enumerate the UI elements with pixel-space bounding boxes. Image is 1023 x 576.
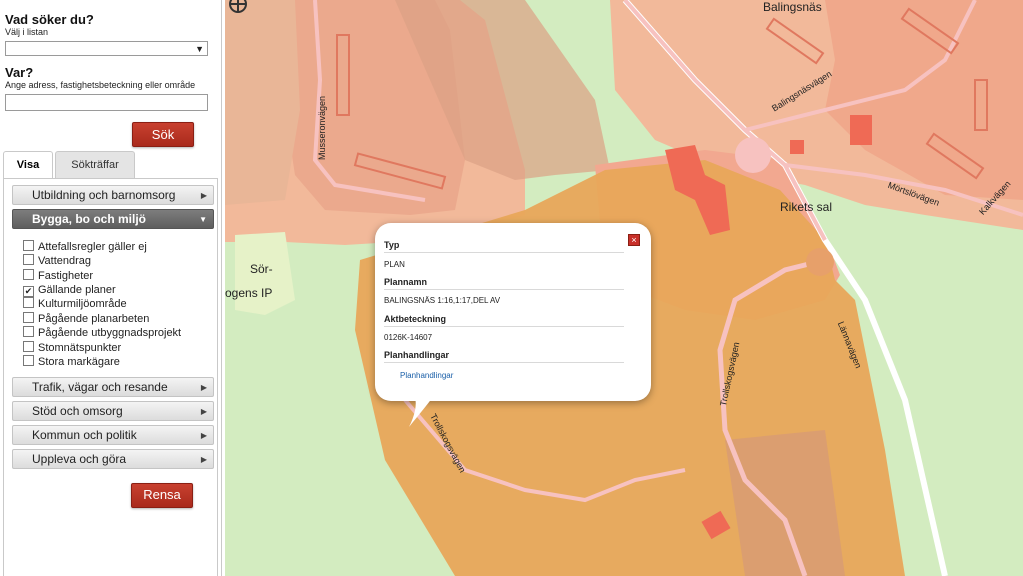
roundabout-2 [806,248,834,276]
tab-bar: Visa Sökträffar [3,151,218,179]
building [790,140,804,154]
category-utbildning[interactable]: Utbildning och barnomsorg ▶ [12,185,214,205]
layer-stomnatspunkter[interactable]: Stomnätspunkter [23,341,121,355]
layer-vattendrag[interactable]: Vattendrag [23,254,91,268]
layer-pagaende-planarbeten[interactable]: Pågående planarbeten [23,312,149,326]
category-label: Uppleva och göra [32,452,127,466]
residential-block-se [725,430,845,576]
layer-label: Stomnätspunkter [38,342,122,354]
place-label: Balingsnäs [763,0,822,14]
planhandlingar-label: Planhandlingar [384,350,624,363]
typ-label: Typ [384,240,624,253]
tab-panel-visa: Utbildning och barnomsorg ▶ Bygga, bo oc… [3,178,218,576]
triangle-down-icon: ▼ [199,215,207,224]
search-button[interactable]: Sök [132,122,194,147]
checkbox[interactable] [23,312,34,323]
checkbox[interactable] [23,240,34,251]
category-label: Bygga, bo och miljö [32,212,147,226]
plannamn-label: Plannamn [384,277,624,290]
checkbox[interactable] [23,326,34,337]
place-label: Rikets sal [780,200,833,214]
checkbox[interactable] [23,269,34,280]
sidebar: Vad söker du? Välj i listan ▼ Var? Ange … [0,0,222,576]
aktbeteckning-label: Aktbeteckning [384,314,624,327]
tab-soktraffar[interactable]: Sökträffar [55,151,135,178]
layer-gallande-planer[interactable]: ✔ Gällande planer [23,283,116,297]
checkbox[interactable] [23,355,34,366]
checkbox[interactable] [23,254,34,265]
typ-value: PLAN [384,260,405,269]
crosshair-icon[interactable] [225,0,255,22]
triangle-right-icon: ▶ [200,407,207,416]
where-hint: Ange adress, fastighetsbeteckning eller … [5,80,196,90]
where-title: Var? [5,65,34,80]
category-uppleva[interactable]: Uppleva och göra ▶ [12,449,214,469]
checkbox[interactable] [23,341,34,352]
layer-label: Stora markägare [38,356,120,368]
roundabout [735,137,771,173]
layer-label: Vattendrag [38,255,92,267]
category-trafik[interactable]: Trafik, vägar och resande ▶ [12,377,214,397]
popup-pointer [409,397,433,427]
what-title: Vad söker du? [5,12,94,27]
checkbox-checked[interactable]: ✔ [23,286,34,297]
layer-fastigheter[interactable]: Fastigheter [23,269,93,283]
category-label: Trafik, vägar och resande [32,380,168,394]
feature-info-popup: × Typ PLAN Plannamn BALINGSNÄS 1:16,1:17… [375,223,651,401]
close-icon[interactable]: × [628,234,640,246]
category-label: Stöd och omsorg [32,404,123,418]
residential-block-w [225,0,300,205]
what-select[interactable]: ▼ [5,41,208,56]
planhandlingar-link[interactable]: Planhandlingar [400,371,453,380]
layer-label: Gällande planer [38,284,116,296]
layer-pagaende-utbyggnad[interactable]: Pågående utbyggnadsprojekt [23,326,181,340]
triangle-right-icon: ▶ [200,431,207,440]
building [850,115,872,145]
layer-label: Kulturmiljöområde [38,298,127,310]
category-bygga[interactable]: Bygga, bo och miljö ▼ [12,209,214,229]
clear-button[interactable]: Rensa [131,483,193,508]
layer-label: Pågående utbyggnadsprojekt [38,327,182,339]
triangle-right-icon: ▶ [200,191,207,200]
layer-attefall[interactable]: Attefallsregler gäller ej [23,240,147,254]
layer-label: Attefallsregler gäller ej [38,241,147,253]
triangle-right-icon: ▶ [200,455,207,464]
place-label: Sör- [250,262,273,276]
plannamn-value: BALINGSNÄS 1:16,1:17,DEL AV [384,296,501,305]
layer-label: Pågående planarbeten [38,313,150,325]
layer-label: Fastigheter [38,270,94,282]
place-label: ogens IP [225,286,273,300]
category-kommun[interactable]: Kommun och politik ▶ [12,425,214,445]
triangle-right-icon: ▶ [200,383,207,392]
category-stod[interactable]: Stöd och omsorg ▶ [12,401,214,421]
layer-stora-markagare[interactable]: Stora markägare [23,355,120,369]
aktbeteckning-value: 0126K-14607 [384,333,433,342]
category-label: Utbildning och barnomsorg [32,188,176,202]
checkbox[interactable] [23,297,34,308]
tab-visa[interactable]: Visa [3,151,53,179]
road-label: Musseronvägen [317,95,327,160]
what-hint: Välj i listan [5,27,49,37]
layer-kulturmiljo[interactable]: Kulturmiljöområde [23,297,127,311]
where-input[interactable] [5,94,208,111]
category-label: Kommun och politik [32,428,137,442]
dropdown-arrow-icon: ▼ [195,44,204,54]
